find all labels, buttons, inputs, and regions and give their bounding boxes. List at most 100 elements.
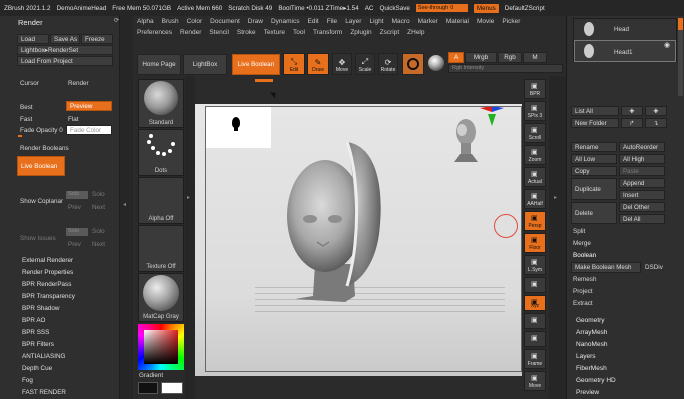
show-coplanar-toggle[interactable]: Show Coplanar xyxy=(20,198,63,205)
color-picker-square[interactable] xyxy=(144,330,178,364)
all-low-button[interactable]: All Low xyxy=(571,154,617,164)
right-tool-scroll[interactable]: ▣ Scroll xyxy=(524,123,546,143)
right-shelf-arrow-icon[interactable]: ▸ xyxy=(554,194,557,201)
menu-movie[interactable]: Movie xyxy=(477,18,494,25)
m-toggle[interactable]: M xyxy=(523,52,547,63)
menu-dynamics[interactable]: Dynamics xyxy=(271,18,300,25)
right-tool-l-sym[interactable]: ▣ L.Sym xyxy=(524,255,546,275)
menus-button[interactable]: Menus xyxy=(473,3,499,13)
load-from-project-button[interactable]: Load From Project xyxy=(17,56,113,66)
primary-color-swatch[interactable] xyxy=(161,382,183,394)
freeze-button[interactable]: Freeze xyxy=(81,34,113,44)
render-button[interactable]: Render xyxy=(68,80,89,87)
menu-texture[interactable]: Texture xyxy=(264,29,285,36)
right-tool-xyz[interactable]: ▣ Xyz xyxy=(524,295,546,311)
right-tool-zoom[interactable]: ▣ Zoom xyxy=(524,145,546,165)
menu-alpha[interactable]: Alpha xyxy=(137,18,154,25)
scale-mode-button[interactable]: ⤢ Scale xyxy=(355,53,375,75)
menu-file[interactable]: File xyxy=(327,18,337,25)
submenu-fibermesh[interactable]: FiberMesh xyxy=(567,362,684,374)
live-boolean-button[interactable]: Live Boolean xyxy=(232,54,280,75)
menu-stencil[interactable]: Stencil xyxy=(209,29,229,36)
submenu-render-properties[interactable]: Render Properties xyxy=(0,266,120,278)
menu-document[interactable]: Document xyxy=(210,18,240,25)
fade-color-button[interactable]: Fade Color xyxy=(66,125,112,135)
menu-layer[interactable]: Layer xyxy=(345,18,361,25)
edit-mode-button[interactable]: ⤡ Edit xyxy=(283,53,305,75)
submenu-bpr-sss[interactable]: BPR SSS xyxy=(0,326,120,338)
shelf-divider[interactable]: ▸ xyxy=(185,76,195,399)
submenu-bpr-shadow[interactable]: BPR Shadow xyxy=(0,302,120,314)
menu-material[interactable]: Material xyxy=(446,18,469,25)
arrow-down-button[interactable]: ↴ xyxy=(645,118,667,128)
home-page-button[interactable]: Home Page xyxy=(137,54,181,75)
submenu-external-renderer[interactable]: External Renderer xyxy=(0,254,120,266)
rgb-toggle[interactable]: Rgb xyxy=(498,52,522,63)
submenu-geometry-hd[interactable]: Geometry HD xyxy=(567,374,684,386)
texture-off-thumb[interactable]: Texture Off xyxy=(138,225,184,272)
left-tray-divider[interactable]: ◂ xyxy=(120,16,133,399)
rotate-mode-button[interactable]: ⟳ Rotate xyxy=(378,53,398,75)
right-tool-spix-3[interactable]: ▣ SPix 3 xyxy=(524,101,546,121)
alpha-channel-toggle[interactable]: A xyxy=(448,52,464,63)
menu-color[interactable]: Color xyxy=(187,18,203,25)
submenu-bpr-filters[interactable]: BPR Filters xyxy=(0,338,120,350)
right-tool-tool-11[interactable]: ▣ xyxy=(524,313,546,329)
menu-marker[interactable]: Marker xyxy=(418,18,438,25)
lightbox-renderset-button[interactable]: Lightbox▸RenderSet xyxy=(17,45,113,55)
collapse-left-arrow-icon[interactable]: ◂ xyxy=(123,201,126,208)
right-tool-tool-9[interactable]: ▣ xyxy=(524,277,546,293)
right-tool-actual[interactable]: ▣ Actual xyxy=(524,167,546,187)
fast-option[interactable]: Fast xyxy=(20,116,32,123)
subtool-scroll-thumb[interactable] xyxy=(678,18,683,30)
submenu-layers[interactable]: Layers xyxy=(567,350,684,362)
project-submenu[interactable]: Project xyxy=(573,288,593,295)
material-sphere-icon[interactable] xyxy=(428,55,444,71)
submenu-arraymesh[interactable]: ArrayMesh xyxy=(567,326,684,338)
merge-submenu[interactable]: Merge xyxy=(573,240,591,247)
ac-label[interactable]: AC xyxy=(365,5,374,12)
submenu-bpr-renderpass[interactable]: BPR RenderPass xyxy=(0,278,120,290)
best-option[interactable]: Best xyxy=(20,104,33,111)
auto-reorder-button[interactable]: AutoReorder xyxy=(619,142,665,152)
rename-button[interactable]: Rename xyxy=(571,142,617,152)
menu-edit[interactable]: Edit xyxy=(308,18,319,25)
menu-draw[interactable]: Draw xyxy=(248,18,263,25)
remesh-submenu[interactable]: Remesh xyxy=(573,276,596,283)
show-issues-toggle[interactable]: Show Issues xyxy=(20,235,56,242)
issues-solo-button[interactable]: Solo xyxy=(66,228,88,236)
quicksave-button[interactable]: QuickSave xyxy=(379,5,409,12)
submenu-bpr-ao[interactable]: BPR AO xyxy=(0,314,120,326)
default-zscript[interactable]: DefaultZScript xyxy=(505,5,545,12)
menu-zscript[interactable]: Zscript xyxy=(380,29,400,36)
menu-zplugin[interactable]: Zplugin xyxy=(350,29,371,36)
menu-picker[interactable]: Picker xyxy=(502,18,520,25)
menu-zhelp[interactable]: ZHelp xyxy=(407,29,424,36)
right-tool-move[interactable]: ▣ Move xyxy=(524,371,546,391)
load-button[interactable]: Load xyxy=(17,34,49,44)
fade-opacity-slider[interactable]: Fade Opacity 0 xyxy=(20,127,63,134)
coplanar-prev-button[interactable]: Prev xyxy=(68,204,81,211)
list-all-button[interactable]: List All xyxy=(571,106,619,116)
submenu-preview[interactable]: Preview xyxy=(567,386,684,398)
right-tool-frame[interactable]: ▣ Frame xyxy=(524,349,546,369)
menu-preferences[interactable]: Preferences xyxy=(137,29,172,36)
menu-transform[interactable]: Transform xyxy=(313,29,342,36)
right-tool-aahalf[interactable]: ▣ AAHalf xyxy=(524,189,546,209)
submenu-nanomesh[interactable]: NanoMesh xyxy=(567,338,684,350)
rgb-intensity-slider[interactable]: Rgb Intensity xyxy=(448,64,563,73)
color-picker[interactable] xyxy=(138,324,184,370)
live-boolean-render-button[interactable]: Live Boolean xyxy=(17,156,65,176)
shelf-arrow-icon[interactable]: ▸ xyxy=(187,194,190,201)
issues-prev-button[interactable]: Prev xyxy=(68,241,81,248)
right-tool-tool-12[interactable]: ▣ xyxy=(524,331,546,347)
coplanar-solo-button[interactable]: Solo xyxy=(66,191,88,199)
draw-mode-button[interactable]: ✎ Draw xyxy=(307,53,329,75)
secondary-color-swatch[interactable] xyxy=(138,382,158,394)
duplicate-button[interactable]: Duplicate xyxy=(571,178,617,200)
append-button[interactable]: Append xyxy=(619,178,665,188)
move-mode-button[interactable]: ✥ Move xyxy=(332,53,352,75)
paste-button[interactable]: Paste xyxy=(619,166,665,176)
submenu-fog[interactable]: Fog xyxy=(0,374,120,386)
arrow-button[interactable]: ↱ xyxy=(621,118,643,128)
